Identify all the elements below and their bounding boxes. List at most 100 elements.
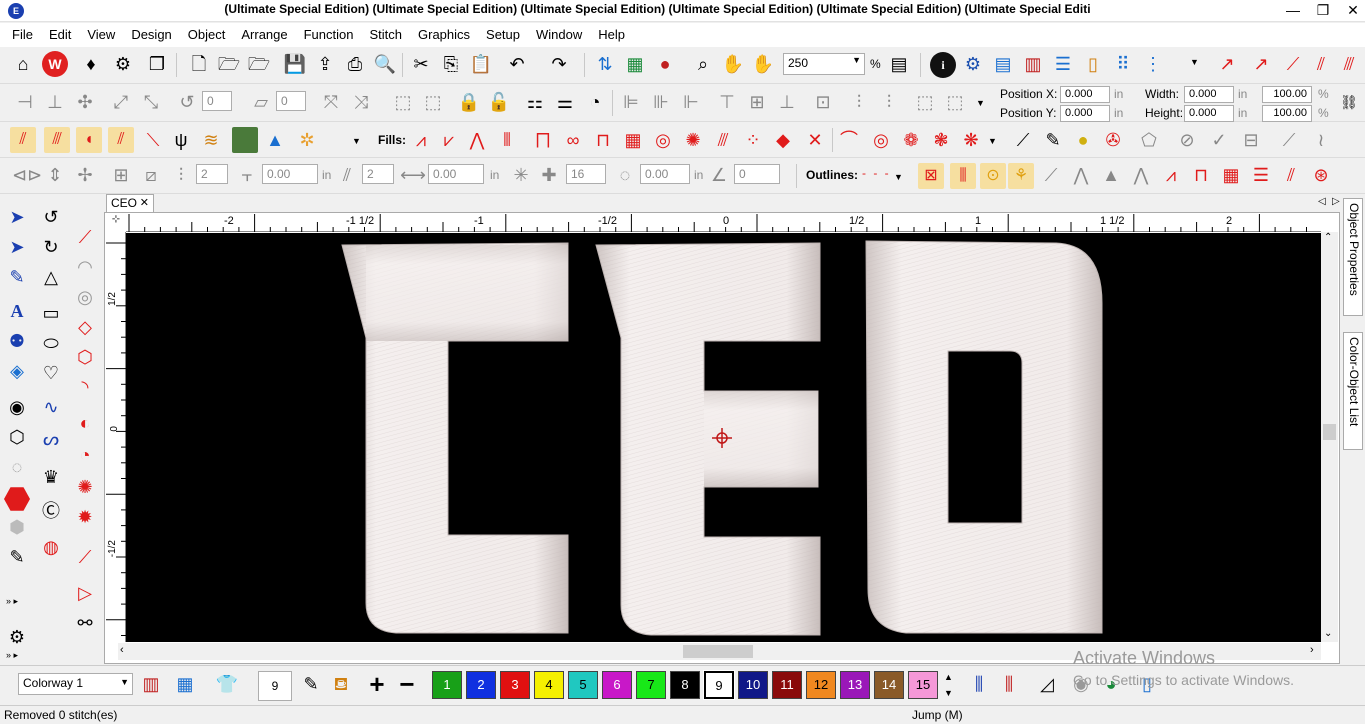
color-palette-icon[interactable]: ▤ (990, 51, 1016, 77)
sequence-icon[interactable]: ⋮ (1140, 51, 1166, 77)
minimize-button[interactable]: — (1278, 0, 1308, 22)
count-1-input[interactable]: 2 (196, 164, 228, 184)
paste-icon[interactable]: 📋 (468, 51, 494, 77)
diagonal-icon[interactable]: ◿ (1034, 671, 1060, 697)
restore-button[interactable]: ❐ (1308, 0, 1338, 22)
horizontal-scroll-thumb[interactable] (683, 645, 753, 658)
satin-fill-icon[interactable]: ⫽ (10, 127, 36, 153)
print-preview-icon[interactable]: 🔍 (372, 51, 398, 77)
monogram-icon[interactable]: ◈ (4, 358, 30, 384)
offset-input[interactable]: 0.00 (640, 164, 690, 184)
copy-design-icon[interactable]: ❐ (144, 51, 170, 77)
colors-icon[interactable]: ● (652, 51, 678, 77)
triangle-node-icon[interactable]: △ (38, 264, 64, 290)
fill-texture-icon[interactable]: ❋ (958, 127, 984, 153)
close-button[interactable]: ✕ (1338, 0, 1365, 22)
wheel-icon[interactable]: ✹ (72, 504, 98, 530)
picture-icon[interactable] (232, 127, 258, 153)
motif-fill-icon[interactable]: ⫽ (108, 127, 134, 153)
needle-line-icon[interactable]: ⟋ (1280, 51, 1306, 77)
fill-bricks-icon[interactable]: ▦ (620, 127, 646, 153)
stitch-edit-icon[interactable]: ⟋ (72, 224, 98, 250)
fill-dots-icon[interactable]: ⁘ (740, 127, 766, 153)
color-swatch-8[interactable]: 8 (670, 671, 700, 699)
split-icon[interactable]: ⊟ (1238, 127, 1264, 153)
overflow-chevron-icon[interactable]: ▼ (1190, 57, 1199, 67)
slant-icon[interactable]: ▱ (248, 89, 274, 115)
center-icon[interactable]: ⊡ (810, 89, 836, 115)
travel-line-3-icon[interactable]: ↗ (1248, 51, 1274, 77)
position-y-input[interactable]: 0.000 (1060, 105, 1110, 122)
break-apart-icon[interactable]: ⚏ (522, 89, 548, 115)
select-points-icon[interactable]: ➤ (4, 234, 30, 260)
color-swatch-13[interactable]: 13 (840, 671, 870, 699)
closest-join-icon[interactable]: ✓ (1206, 127, 1232, 153)
menu-view[interactable]: View (79, 23, 123, 42)
skew-icon[interactable]: ⤡ (138, 89, 164, 115)
shapes-icon[interactable]: ▲ (262, 127, 288, 153)
scroll-down-icon[interactable]: ⌄ (1324, 628, 1332, 639)
fill-diamonds-icon[interactable]: ◆ (770, 127, 796, 153)
print-icon[interactable]: ⎙ (342, 51, 368, 77)
open-recent-icon[interactable]: 🗁 (246, 51, 272, 77)
rotate-icon[interactable]: ↺ (174, 89, 200, 115)
expand-left-2-icon[interactable]: » ▸ (6, 650, 18, 661)
curve-tool-icon[interactable]: ᔕ (38, 426, 64, 452)
distribute-v-icon[interactable]: ⫶ (876, 89, 902, 115)
fills-overflow-chevron-icon[interactable]: ▼ (988, 136, 997, 146)
thread-chart-2-icon[interactable]: ⫼ (996, 671, 1022, 697)
scroll-left-icon[interactable]: ‹ (120, 644, 124, 656)
design-view-icon[interactable]: ▦ (622, 51, 648, 77)
points-input[interactable]: 16 (566, 164, 606, 184)
knife-tool-icon[interactable]: ✎ (4, 544, 30, 570)
circle-c-icon[interactable]: Ⓒ (38, 498, 64, 524)
add-color-icon[interactable]: + (364, 671, 390, 697)
fill-hatch-icon[interactable]: ⫻ (710, 127, 736, 153)
mirror-merge-icon[interactable]: ⇕ (42, 162, 68, 188)
undo-icon[interactable]: ↶ (504, 51, 530, 77)
count-2-input[interactable]: 2 (362, 164, 394, 184)
triangle-red-icon[interactable]: ▷ (72, 580, 98, 606)
outline-square-icon[interactable]: ⊓ (1188, 162, 1214, 188)
row-icon[interactable]: ⫽ (334, 162, 360, 188)
tshirt-icon[interactable]: 👕 (214, 671, 240, 697)
list-icon[interactable]: ☰ (1050, 51, 1076, 77)
color-swatch-11[interactable]: 11 (772, 671, 802, 699)
hexagon-outline-icon[interactable]: ⬡ (4, 424, 30, 450)
spacing-1-input[interactable]: 0.00 (262, 164, 318, 184)
menu-window[interactable]: Window (528, 23, 590, 42)
select-tool-icon[interactable]: ➤ (4, 204, 30, 230)
crown-icon[interactable]: ♛ (38, 464, 64, 490)
hexagon-gray-icon[interactable]: ⬢ (4, 514, 30, 540)
ellipse-tool-icon[interactable]: ⬭ (38, 330, 64, 356)
fill-meander-icon[interactable]: ⨅ (530, 127, 556, 153)
align-right-icon[interactable]: ⊩ (678, 89, 704, 115)
outline-triangle-icon[interactable]: ▲ (1098, 162, 1124, 188)
width-percent-input[interactable]: 100.00 (1262, 86, 1312, 103)
outline-zigzag-icon[interactable]: ⩘ (1158, 162, 1184, 188)
zigzag-tool-icon[interactable]: ⟋ (72, 544, 98, 570)
fork-icon[interactable]: ψ (168, 127, 194, 153)
width-input[interactable]: 0.000 (1184, 86, 1234, 103)
grid-dots-icon[interactable]: ⠿ (1110, 51, 1136, 77)
group-icon[interactable]: ⬚ (390, 89, 416, 115)
fill-zigzag-icon[interactable]: ⩘ (408, 127, 434, 153)
align-left-icon[interactable]: ⊫ (618, 89, 644, 115)
triple-line-icon[interactable]: ⫻ (1336, 51, 1362, 77)
stack-icon[interactable]: ⫶ (168, 162, 194, 188)
spiral-outline-icon[interactable]: ◌ (4, 454, 30, 480)
vertical-scrollbar[interactable]: ⌃ ⌄ (1321, 232, 1338, 642)
slant-angle-input[interactable]: 0 (276, 91, 306, 111)
outline-leaf-icon[interactable]: ⚘ (1008, 163, 1034, 189)
cut-icon[interactable]: ✂ (408, 51, 434, 77)
display-settings-icon[interactable]: ▤ (886, 51, 912, 77)
outline-circle-icon[interactable]: ⊛ (1308, 162, 1334, 188)
color-swatch-6[interactable]: 6 (602, 671, 632, 699)
color-grid-icon[interactable]: ▦ (172, 671, 198, 697)
remove-overlaps-icon[interactable]: ⊘ (1174, 127, 1200, 153)
freehand-icon[interactable]: ∿ (38, 394, 64, 420)
stitch-player-icon[interactable]: ⇅ (592, 51, 618, 77)
spool-icon[interactable]: ▯ (1080, 51, 1106, 77)
outline-ladder-icon[interactable]: ⫼ (950, 163, 976, 189)
height-percent-input[interactable]: 100.00 (1262, 105, 1312, 122)
